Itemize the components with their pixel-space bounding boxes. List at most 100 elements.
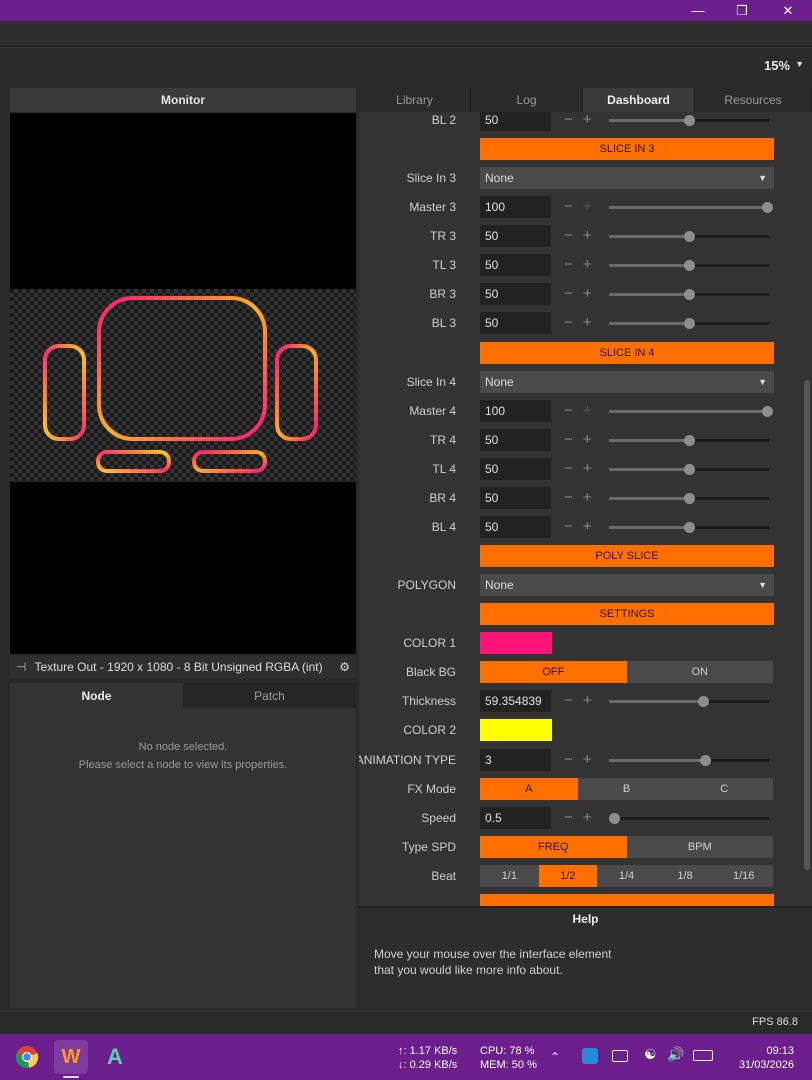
decrement-button[interactable]: − [564,227,573,245]
tab-node[interactable]: Node [10,683,183,708]
decrement-button[interactable]: − [564,809,573,827]
decrement-button[interactable]: − [564,692,573,710]
polygon-dropdown[interactable]: None ▼ [480,574,774,596]
monitor-viewport[interactable] [10,113,356,654]
black-bg-on-button[interactable]: ON [627,661,774,683]
chrome-icon[interactable] [10,1040,44,1074]
tab-resources[interactable]: Resources [695,88,812,112]
section-settings[interactable]: SETTINGS [480,603,774,625]
fx-mode-a-button[interactable]: A [480,778,578,800]
tab-dashboard[interactable]: Dashboard [583,88,695,112]
tab-log[interactable]: Log [471,88,583,112]
decrement-button[interactable]: − [564,460,573,478]
tab-library[interactable]: Library [359,88,471,112]
tr4-slider[interactable] [609,435,769,446]
gear-icon[interactable]: ⚙ [339,660,350,674]
decrement-button[interactable]: − [564,256,573,274]
thickness-value-field[interactable]: 59.354839 [480,690,551,712]
beat-option-1-16[interactable]: 1/16 [714,865,773,887]
share-icon[interactable] [582,1048,598,1064]
tl3-slider[interactable] [609,260,769,271]
tr3-value-field[interactable]: 50 [480,225,551,247]
section-slice-in-4[interactable]: SLICE IN 4 [480,342,774,364]
speed-value-field[interactable]: 0.5 [480,807,551,829]
decrement-button[interactable]: − [564,198,573,216]
type-spd-freq-button[interactable]: FREQ [480,836,627,858]
decrement-button[interactable]: − [564,112,573,129]
br3-value-field[interactable]: 50 [480,283,551,305]
increment-button[interactable]: + [583,431,592,449]
chevron-down-icon[interactable]: ▼ [795,59,804,69]
app-a-icon[interactable]: A [98,1040,132,1074]
increment-button[interactable]: + [583,198,592,216]
increment-button[interactable]: + [583,751,592,769]
animation-type-value-field[interactable]: 3 [480,749,551,771]
tr4-value-field[interactable]: 50 [480,429,551,451]
bl3-slider[interactable] [609,318,769,329]
bl2-slider[interactable] [609,115,769,126]
slice-in-3-dropdown[interactable]: None ▼ [480,167,774,189]
bl2-value-field[interactable]: 50 [480,112,551,131]
increment-button[interactable]: + [583,314,592,332]
fx-mode-b-button[interactable]: B [578,778,676,800]
increment-button[interactable]: + [583,460,592,478]
increment-button[interactable]: + [583,692,592,710]
tr3-slider[interactable] [609,231,769,242]
master3-slider[interactable] [609,202,774,213]
increment-button[interactable]: + [583,285,592,303]
bl3-value-field[interactable]: 50 [480,312,551,334]
decrement-button[interactable]: − [564,402,573,420]
animation-type-slider[interactable] [609,755,769,766]
master3-value-field[interactable]: 100 [480,196,551,218]
clock[interactable]: 09:13 31/03/2026 [730,1044,794,1072]
black-bg-off-button[interactable]: OFF [480,661,627,683]
increment-button[interactable]: + [583,112,592,129]
restore-icon[interactable]: ❐ [720,0,764,21]
decrement-button[interactable]: − [564,518,573,536]
increment-button[interactable]: + [583,809,592,827]
master4-slider[interactable] [609,406,774,417]
decrement-button[interactable]: − [564,489,573,507]
br4-slider[interactable] [609,493,769,504]
slice-in-4-dropdown[interactable]: None ▼ [480,371,774,393]
tl3-value-field[interactable]: 50 [480,254,551,276]
pin-icon[interactable]: ⊣ [16,660,26,674]
br4-value-field[interactable]: 50 [480,487,551,509]
decrement-button[interactable]: − [564,285,573,303]
increment-button[interactable]: + [583,402,592,420]
section-slice-in-3[interactable]: SLICE IN 3 [480,138,774,160]
beat-option-1-2[interactable]: 1/2 [538,865,598,887]
chevron-up-icon[interactable]: ⌃ [550,1050,560,1064]
beat-option-1-4[interactable]: 1/4 [597,865,656,887]
type-spd-bpm-button[interactable]: BPM [627,836,774,858]
speed-slider[interactable] [608,813,769,824]
close-icon[interactable]: ✕ [766,0,810,21]
increment-button[interactable]: + [583,489,592,507]
minimize-icon[interactable]: — [676,0,720,21]
decrement-button[interactable]: − [564,314,573,332]
decrement-button[interactable]: − [564,751,573,769]
app-w-icon[interactable]: W [54,1040,88,1074]
decrement-button[interactable]: − [564,431,573,449]
wifi-icon[interactable]: ☯ [644,1046,657,1063]
zoom-level[interactable]: 15% [764,58,790,73]
br3-slider[interactable] [609,289,769,300]
volume-icon[interactable]: 🔊 [667,1046,684,1063]
fx-mode-c-button[interactable]: C [675,778,773,800]
battery-icon[interactable] [693,1050,713,1061]
dashboard-scrollbar[interactable] [804,380,810,870]
section-poly-slice[interactable]: POLY SLICE [480,545,774,567]
color2-swatch[interactable] [480,719,552,741]
keyboard-icon[interactable] [612,1050,628,1062]
tl4-value-field[interactable]: 50 [480,458,551,480]
beat-option-1-8[interactable]: 1/8 [656,865,715,887]
section-next-partial[interactable] [480,894,774,906]
beat-option-1-1[interactable]: 1/1 [480,865,539,887]
tab-patch[interactable]: Patch [183,683,356,708]
increment-button[interactable]: + [583,227,592,245]
tl4-slider[interactable] [609,464,769,475]
increment-button[interactable]: + [583,256,592,274]
bl4-value-field[interactable]: 50 [480,516,551,538]
master4-value-field[interactable]: 100 [480,400,551,422]
increment-button[interactable]: + [583,518,592,536]
